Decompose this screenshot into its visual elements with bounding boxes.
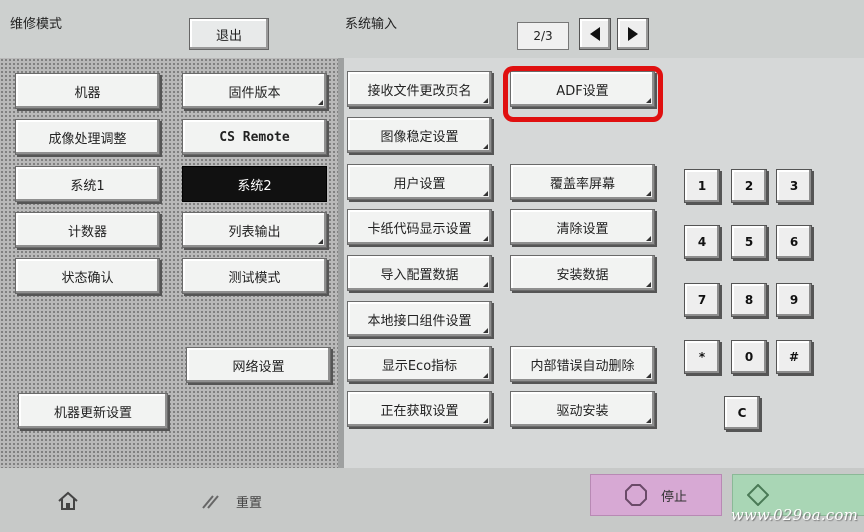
category-system1[interactable]: 系统1 <box>15 166 160 202</box>
setting-coverage-screen[interactable]: 覆盖率屏幕 <box>510 164 655 200</box>
home-icon <box>58 491 78 510</box>
reset-icon <box>202 495 219 509</box>
highlight-box <box>503 66 663 122</box>
key-8[interactable]: 8 <box>731 283 767 317</box>
top-bar: 维修模式 退出 系统输入 2/3 <box>0 0 864 58</box>
category-machine[interactable]: 机器 <box>15 73 160 109</box>
key-clear[interactable]: C <box>724 396 760 430</box>
arrow-right-icon <box>628 27 638 41</box>
setting-auto-delete-internal-error[interactable]: 内部错误自动删除 <box>510 346 655 382</box>
category-list-output[interactable]: 列表输出 <box>182 212 327 248</box>
key-4[interactable]: 4 <box>684 225 720 259</box>
key-7[interactable]: 7 <box>684 283 720 317</box>
setting-local-interface[interactable]: 本地接口组件设置 <box>347 301 492 337</box>
reset-label: 重置 <box>236 495 263 511</box>
key-star[interactable]: * <box>684 340 720 374</box>
arrow-left-icon <box>590 27 600 41</box>
key-0[interactable]: 0 <box>731 340 767 374</box>
page-indicator: 2/3 <box>517 22 569 50</box>
stop-icon <box>624 484 647 506</box>
stop-button[interactable]: 停止 <box>590 474 722 516</box>
setting-install-data[interactable]: 安装数据 <box>510 255 655 291</box>
category-cs-remote[interactable]: CS Remote <box>182 119 327 155</box>
setting-image-stabilization[interactable]: 图像稳定设置 <box>347 117 492 153</box>
category-network-settings[interactable]: 网络设置 <box>186 347 331 383</box>
key-1[interactable]: 1 <box>684 169 720 203</box>
key-5[interactable]: 5 <box>731 225 767 259</box>
next-page-button[interactable] <box>617 18 649 50</box>
service-mode-screen: 维修模式 退出 系统输入 2/3 机器 成像处理调整 系统1 计数器 状态确认 … <box>0 0 864 532</box>
key-6[interactable]: 6 <box>776 225 812 259</box>
prev-page-button[interactable] <box>579 18 611 50</box>
setting-import-config[interactable]: 导入配置数据 <box>347 255 492 291</box>
key-2[interactable]: 2 <box>731 169 767 203</box>
mode-title: 维修模式 <box>10 17 63 32</box>
setting-getting-settings[interactable]: 正在获取设置 <box>347 391 492 427</box>
setting-jam-code-display[interactable]: 卡纸代码显示设置 <box>347 209 492 245</box>
category-counter[interactable]: 计数器 <box>15 212 160 248</box>
bottom-bar: 重置 停止 www.029oa.com <box>0 468 864 532</box>
setting-receive-file-rename[interactable]: 接收文件更改页名 <box>347 71 492 107</box>
category-test-mode[interactable]: 测试模式 <box>182 258 327 294</box>
category-system2[interactable]: 系统2 <box>182 166 327 202</box>
setting-driver-install[interactable]: 驱动安装 <box>510 391 655 427</box>
start-icon <box>747 484 769 506</box>
watermark: www.029oa.com <box>730 506 858 524</box>
key-9[interactable]: 9 <box>776 283 812 317</box>
key-3[interactable]: 3 <box>776 169 812 203</box>
setting-user[interactable]: 用户设置 <box>347 164 492 200</box>
section-title: 系统输入 <box>345 17 398 32</box>
key-hash[interactable]: # <box>776 340 812 374</box>
home-button[interactable] <box>40 486 96 516</box>
category-status-check[interactable]: 状态确认 <box>15 258 160 294</box>
setting-eco-indicator[interactable]: 显示Eco指标 <box>347 346 492 382</box>
category-firmware-version[interactable]: 固件版本 <box>182 73 327 109</box>
exit-button[interactable]: 退出 <box>189 18 269 50</box>
category-image-adjust[interactable]: 成像处理调整 <box>15 119 160 155</box>
setting-clear[interactable]: 清除设置 <box>510 209 655 245</box>
reset-button[interactable]: 重置 <box>200 486 310 516</box>
panel-divider <box>338 58 344 468</box>
stop-label: 停止 <box>660 489 687 505</box>
category-machine-update[interactable]: 机器更新设置 <box>18 393 168 429</box>
